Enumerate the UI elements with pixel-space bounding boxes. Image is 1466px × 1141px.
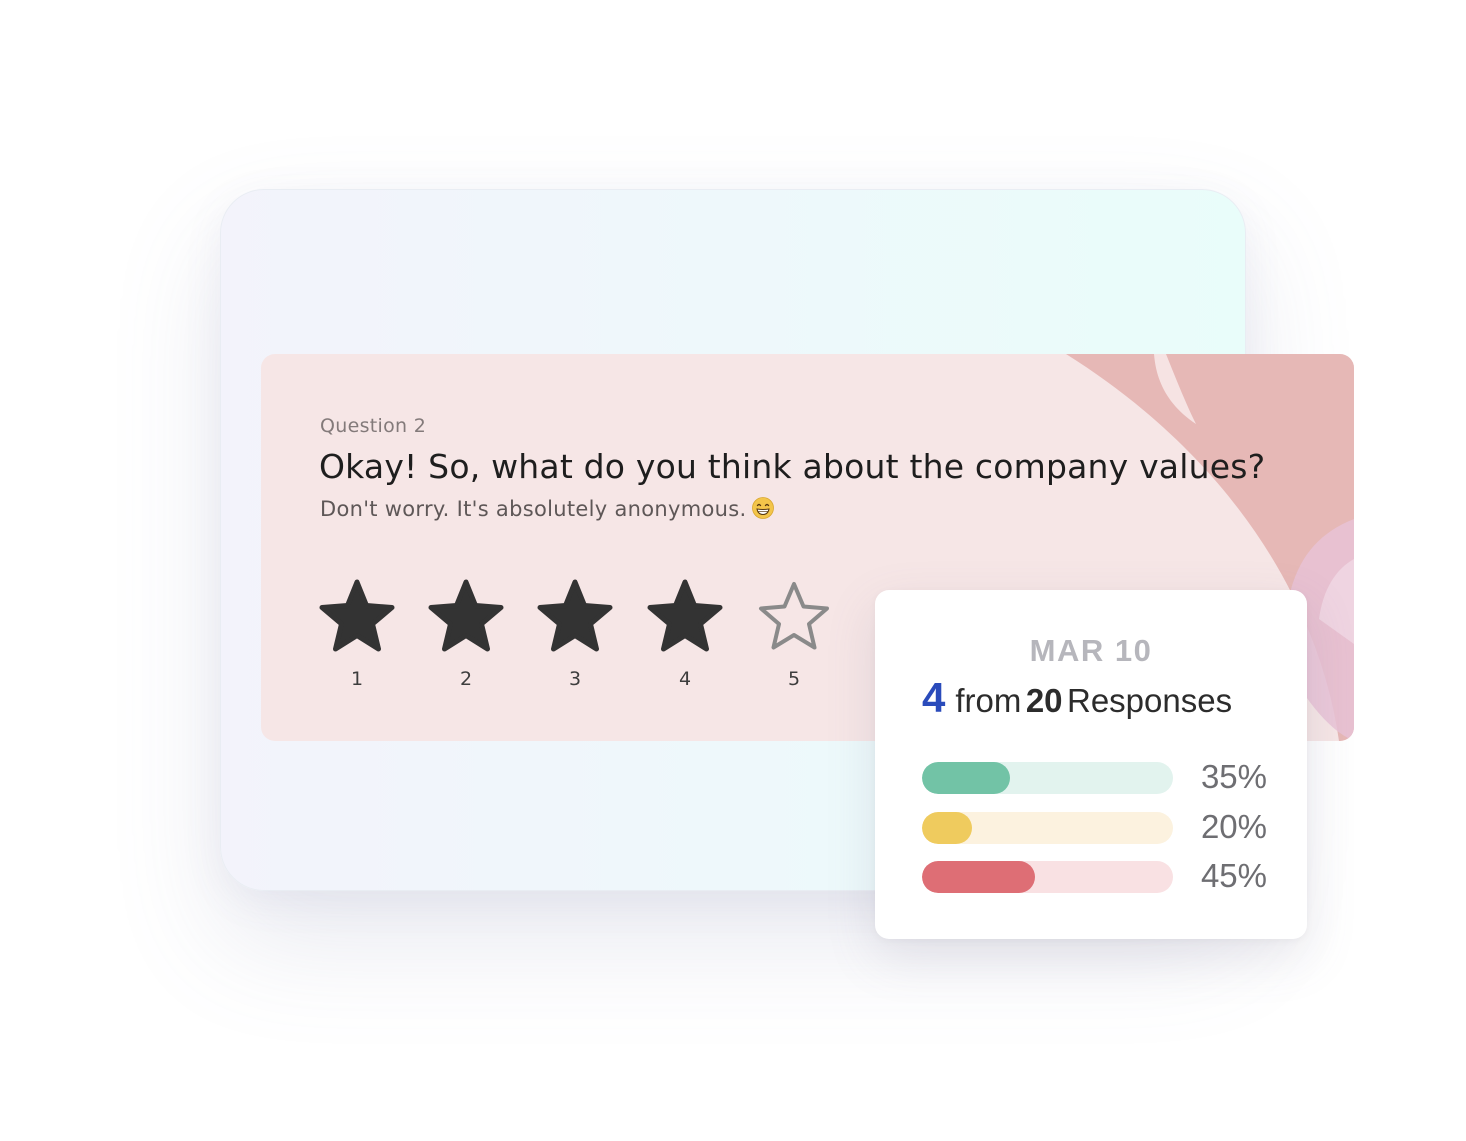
progress-bar-percent: 45%	[1200, 857, 1267, 894]
results-date: MAR 10	[1029, 633, 1153, 668]
star-filled-icon	[428, 579, 504, 652]
response-count: 20	[1025, 682, 1063, 719]
from-text: from	[955, 682, 1022, 719]
star-rating-option-3[interactable]: 3	[537, 579, 613, 690]
question-number: Question 2	[320, 415, 427, 437]
star-rating-option-4[interactable]: 4	[647, 579, 723, 690]
star-number-label: 1	[350, 668, 364, 690]
star-filled-icon	[647, 579, 723, 652]
progress-bar-fill	[922, 812, 972, 844]
question-title: Okay! So, what do you think about the co…	[319, 447, 1266, 486]
results-summary-card: MAR 10 4 from 20 Responses 35% 20% 45%	[875, 590, 1307, 939]
question-subtitle-text: Don't worry. It's absolutely anonymous.	[320, 497, 747, 521]
star-filled-icon	[319, 579, 395, 652]
result-bar-row: 45%	[922, 857, 1267, 894]
star-number-label: 4	[678, 668, 692, 690]
progress-bar-percent: 35%	[1200, 758, 1267, 795]
star-outline-icon	[759, 582, 829, 650]
progress-bar-track	[922, 812, 1173, 844]
responses-text: Responses	[1066, 682, 1233, 719]
grinning-face-emoji-icon	[752, 497, 775, 519]
results-summary: 4 from 20 Responses	[922, 674, 1232, 722]
progress-bar-percent: 20%	[1200, 808, 1267, 845]
average-rating-value: 4	[922, 674, 946, 721]
star-rating-option-5[interactable]: 5	[756, 579, 832, 690]
progress-bar-track	[922, 762, 1173, 794]
star-filled-icon	[537, 579, 613, 652]
progress-bar-fill	[922, 762, 1010, 794]
star-number-label: 3	[568, 668, 582, 690]
progress-bar-fill	[922, 861, 1035, 893]
star-rating-option-1[interactable]: 1	[319, 579, 395, 690]
star-rating-option-2[interactable]: 2	[428, 579, 504, 690]
star-number-label: 5	[787, 668, 801, 690]
progress-bar-track	[922, 861, 1173, 893]
question-subtitle: Don't worry. It's absolutely anonymous.	[320, 497, 775, 521]
result-bar-row: 35%	[922, 758, 1267, 795]
result-bar-row: 20%	[922, 808, 1267, 845]
star-number-label: 2	[459, 668, 473, 690]
page: Question 2 Okay! So, what do you think a…	[0, 0, 1466, 1141]
